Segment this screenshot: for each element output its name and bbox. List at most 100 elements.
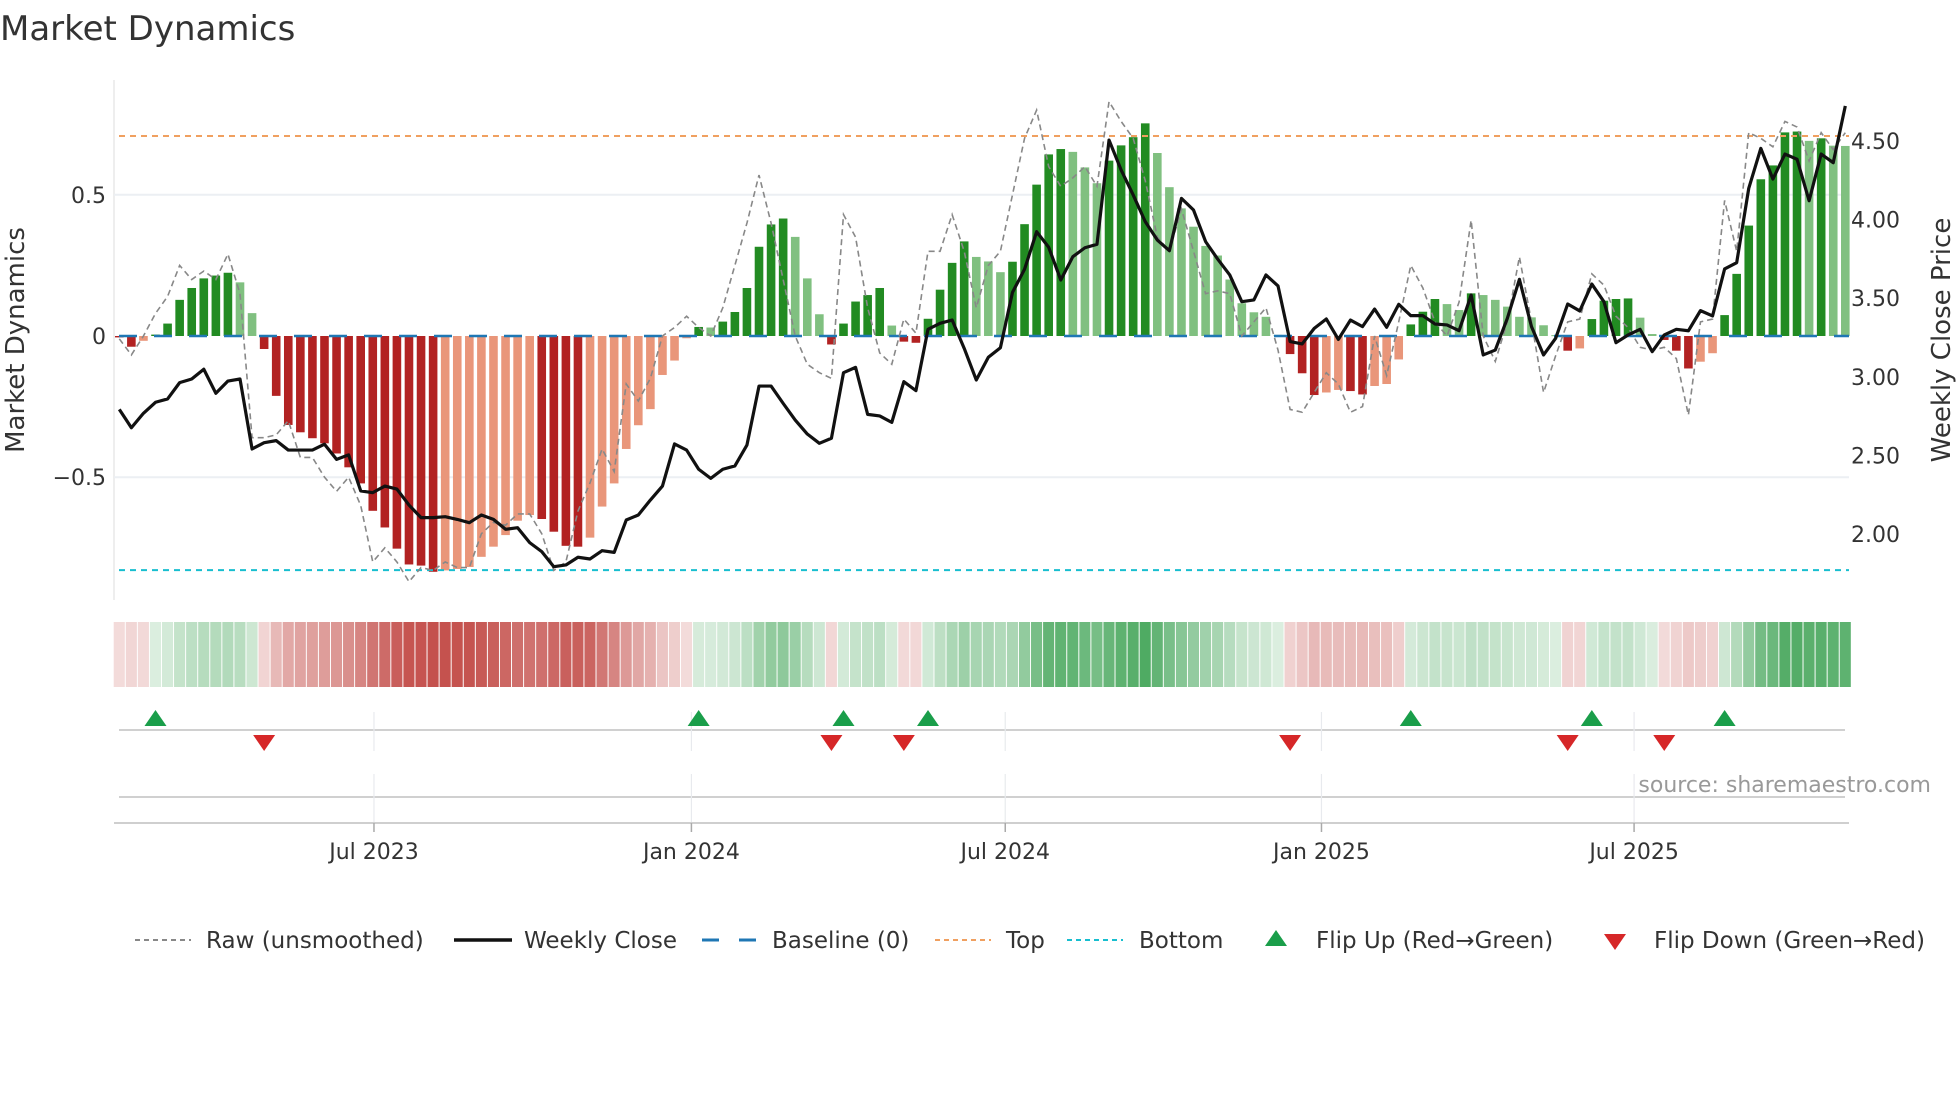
dynamics-bar xyxy=(283,336,293,425)
heat-strip-cell xyxy=(137,622,149,687)
heat-strip-cell xyxy=(1043,622,1055,687)
heat-strip-cell xyxy=(1417,622,1429,687)
heat-strip-cell xyxy=(1477,622,1489,687)
heat-strip-cell xyxy=(1031,622,1043,687)
legend-label: Weekly Close xyxy=(524,928,677,954)
heat-strip-cell xyxy=(1803,622,1815,687)
dynamics-bar xyxy=(1068,151,1078,336)
dynamics-bar xyxy=(1708,336,1717,354)
dynamics-bar xyxy=(935,289,945,336)
raw-series-line xyxy=(118,99,1846,584)
heat-strip-cell xyxy=(1055,622,1067,687)
heat-strip-cell xyxy=(1405,622,1417,687)
dynamics-bar xyxy=(356,336,365,484)
heat-strip-cell xyxy=(1272,622,1284,687)
heat-strip-cell xyxy=(548,622,560,687)
dynamics-bar xyxy=(127,336,136,347)
dynamics-bar xyxy=(718,321,728,336)
heat-strip-cell xyxy=(1550,622,1562,687)
dynamics-bar xyxy=(296,336,305,433)
y-right-tick-label: 3.50 xyxy=(1851,287,1900,312)
heat-strip-cell xyxy=(1200,622,1212,687)
dynamics-bar xyxy=(863,295,872,336)
level-lines xyxy=(119,135,1849,572)
heat-strip-cell xyxy=(584,622,596,687)
heat-strip-cell xyxy=(113,622,125,687)
dynamics-bar xyxy=(452,336,462,569)
dynamics-bar xyxy=(911,336,921,343)
y-axis-left-label: Market Dynamics xyxy=(1,227,31,453)
heat-strip-cell xyxy=(789,622,801,687)
heat-strip-cell xyxy=(1646,622,1658,687)
heat-strip-cell xyxy=(1115,622,1127,687)
heat-strip-cell xyxy=(1236,622,1248,687)
flip-up-marker xyxy=(832,710,855,726)
dynamics-bar xyxy=(658,336,667,375)
dynamics-bar xyxy=(984,261,993,336)
dynamics-bar xyxy=(489,336,498,547)
heat-strip-cell xyxy=(1018,622,1031,687)
dynamics-bar xyxy=(477,336,486,557)
heat-strip-cell xyxy=(656,622,668,687)
flip-up-marker xyxy=(144,710,167,726)
heat-strip-cell xyxy=(934,622,946,687)
heat-strip-cell xyxy=(741,622,753,687)
heat-strip-cell xyxy=(210,622,222,687)
heat-strip-cell xyxy=(596,622,608,687)
y-axis-left: 0.5 0 −0.5 xyxy=(53,184,106,491)
heat-strip-cell xyxy=(294,622,306,687)
heat-strip-cell xyxy=(765,622,777,687)
dynamics-bar xyxy=(778,218,788,336)
dynamics-bar xyxy=(271,336,281,396)
heat-strip-cell xyxy=(1513,622,1525,687)
dynamics-bar xyxy=(1128,137,1138,336)
heat-strip-cell xyxy=(1067,622,1079,687)
heat-strip-cell xyxy=(524,622,536,687)
dynamics-bar xyxy=(1804,140,1814,336)
dynamics-bar xyxy=(875,287,885,336)
flip-up-marker xyxy=(1399,710,1422,726)
flip-down-marker xyxy=(820,735,843,751)
legend: Raw (unsmoothed) Weekly Close Baseline (0)… xyxy=(135,928,1925,954)
heat-strip-cell xyxy=(536,622,548,687)
series-lines xyxy=(117,99,1847,584)
dynamics-bar xyxy=(1394,336,1404,360)
dynamics-bar xyxy=(259,336,269,349)
dynamics-bar xyxy=(1237,303,1247,336)
heat-strip-cell xyxy=(922,622,934,687)
heat-strip-cell xyxy=(403,622,415,687)
heat-strip-cell xyxy=(825,622,837,687)
heat-strip-cell xyxy=(391,622,403,687)
heat-strip-cell xyxy=(439,622,451,687)
heat-strip-cell xyxy=(1079,622,1091,687)
heat-strip-cell xyxy=(753,622,765,687)
dynamics-bar xyxy=(609,336,619,484)
heat-strip-cell xyxy=(1779,622,1791,687)
dynamics-bar xyxy=(537,336,547,519)
dynamics-bar xyxy=(1575,336,1585,349)
dynamics-bar xyxy=(1032,184,1041,336)
heat-strip-cell xyxy=(1429,622,1441,687)
heat-strip-cell xyxy=(1284,622,1296,687)
heat-strip-cell xyxy=(499,622,512,687)
heat-strip-cell xyxy=(451,622,463,687)
heat-strip-cell xyxy=(644,622,656,687)
heat-strip-cell xyxy=(1706,622,1719,687)
x-tick-label: Jul 2023 xyxy=(327,840,419,865)
dynamics-bar xyxy=(959,241,969,336)
y-right-tick-label: 3.00 xyxy=(1851,366,1900,391)
heat-strip-cell xyxy=(1368,622,1381,687)
regime-heat-strip xyxy=(113,622,1851,687)
dynamics-bar xyxy=(1623,298,1633,336)
heat-strip-cell xyxy=(837,622,849,687)
heat-strip-cell xyxy=(1332,622,1344,687)
y-right-tick-label: 2.50 xyxy=(1851,444,1900,469)
dynamics-bar xyxy=(344,336,353,468)
y-right-tick-label: 4.50 xyxy=(1851,130,1900,155)
heat-strip-cell xyxy=(1441,622,1453,687)
heat-strip-cell xyxy=(1465,622,1477,687)
heat-strip-cell xyxy=(1393,622,1405,687)
heat-strip-cell xyxy=(1224,622,1236,687)
dynamics-bar xyxy=(525,336,534,516)
legend-label: Bottom xyxy=(1139,928,1223,954)
